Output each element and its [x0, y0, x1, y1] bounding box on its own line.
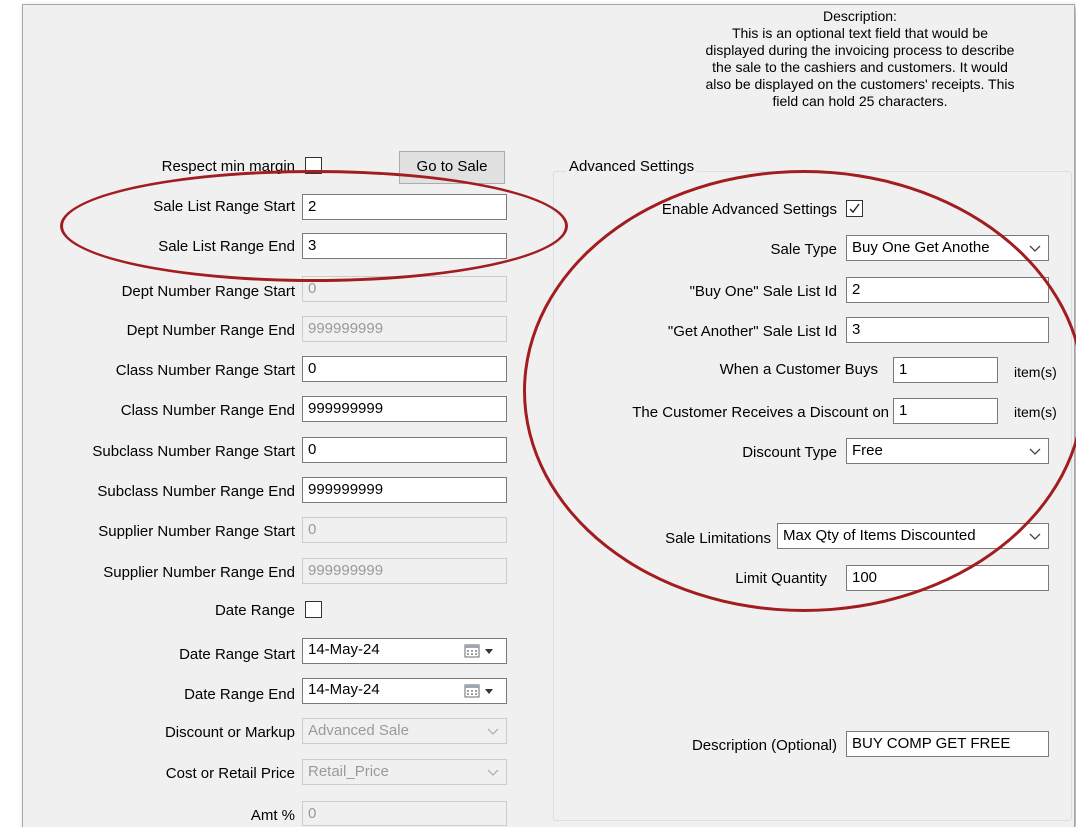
class-range-start-label: Class Number Range Start: [115, 362, 295, 379]
description-help-line: This is an optional text field that woul…: [731, 25, 989, 41]
description-help-line: the sale to the cashiers and customers. …: [712, 59, 1008, 75]
date-range-start-label: Date Range Start: [179, 646, 295, 663]
limit-quantity-label: Limit Quantity: [735, 570, 827, 587]
subclass-range-start-label: Subclass Number Range Start: [92, 443, 295, 460]
sale-limitations-value: Max Qty of Items Discounted: [783, 527, 976, 544]
cost-or-retail-select[interactable]: Retail_Price: [302, 759, 507, 785]
class-range-start-input[interactable]: 0: [302, 356, 507, 382]
sale-limitations-label: Sale Limitations: [665, 530, 771, 547]
supplier-range-end-label: Supplier Number Range End: [103, 564, 295, 581]
customer-receives-input[interactable]: 1: [893, 398, 998, 424]
limit-quantity-input[interactable]: 100: [846, 565, 1049, 591]
buy-one-sale-list-label: "Buy One" Sale List Id: [689, 283, 837, 300]
advanced-settings-title: Advanced Settings: [566, 158, 698, 175]
sale-type-value: Buy One Get Anothe: [852, 239, 990, 256]
items-unit-label: item(s): [1014, 364, 1057, 380]
date-range-label: Date Range: [214, 602, 295, 619]
go-to-sale-button[interactable]: Go to Sale: [399, 151, 505, 184]
class-range-end-label: Class Number Range End: [120, 402, 295, 419]
buy-one-sale-list-input[interactable]: 2: [846, 277, 1049, 303]
chevron-down-icon: [486, 724, 500, 743]
sale-list-range-start-label: Sale List Range Start: [153, 198, 295, 215]
dept-range-end-label: Dept Number Range End: [126, 322, 295, 339]
discount-or-markup-label: Discount or Markup: [164, 724, 295, 741]
calendar-dropdown-icon[interactable]: [464, 683, 498, 704]
cost-or-retail-value: Retail_Price: [308, 763, 389, 780]
subclass-range-end-input[interactable]: 999999999: [302, 477, 507, 503]
date-range-end-value: 14-May-24: [308, 681, 380, 698]
customer-buys-input[interactable]: 1: [893, 357, 998, 383]
dept-range-start-label: Dept Number Range Start: [121, 283, 295, 300]
supplier-range-end-input[interactable]: 999999999: [302, 558, 507, 584]
discount-or-markup-value: Advanced Sale: [308, 722, 409, 739]
description-optional-label: Description (Optional): [691, 737, 837, 754]
chevron-down-icon: [486, 765, 500, 784]
get-another-sale-list-input[interactable]: 3: [846, 317, 1049, 343]
date-range-start-picker[interactable]: 14-May-24: [302, 638, 507, 664]
sale-type-select[interactable]: Buy One Get Anothe: [846, 235, 1049, 261]
class-range-end-input[interactable]: 999999999: [302, 396, 507, 422]
discount-type-value: Free: [852, 442, 883, 459]
sale-list-range-start-input[interactable]: 2: [302, 194, 507, 220]
cost-or-retail-label: Cost or Retail Price: [165, 765, 295, 782]
discount-type-select[interactable]: Free: [846, 438, 1049, 464]
amt-percent-input[interactable]: 0: [302, 801, 507, 826]
calendar-dropdown-icon[interactable]: [464, 643, 498, 664]
description-optional-input[interactable]: BUY COMP GET FREE: [846, 731, 1049, 757]
dept-range-start-input[interactable]: 0: [302, 276, 507, 302]
subclass-range-start-input[interactable]: 0: [302, 437, 507, 463]
date-range-end-label: Date Range End: [184, 686, 295, 703]
get-another-sale-list-label: "Get Another" Sale List Id: [667, 323, 837, 340]
customer-buys-label: When a Customer Buys: [719, 361, 878, 378]
chevron-down-icon: [1028, 529, 1042, 548]
sale-list-range-end-label: Sale List Range End: [158, 238, 295, 255]
enable-advanced-settings-label: Enable Advanced Settings: [661, 201, 837, 218]
subclass-range-end-label: Subclass Number Range End: [97, 483, 295, 500]
respect-min-margin-checkbox[interactable]: [305, 157, 322, 174]
advanced-settings-group: [553, 171, 1072, 821]
sale-list-range-end-input[interactable]: 3: [302, 233, 507, 259]
discount-type-label: Discount Type: [742, 444, 837, 461]
description-help-line: Description:: [823, 8, 897, 24]
checkmark-icon: [849, 203, 860, 214]
sale-limitations-select[interactable]: Max Qty of Items Discounted: [777, 523, 1049, 549]
supplier-range-start-input[interactable]: 0: [302, 517, 507, 543]
date-range-end-picker[interactable]: 14-May-24: [302, 678, 507, 704]
sale-type-label: Sale Type: [770, 241, 837, 258]
description-help-line: also be displayed on the customers' rece…: [705, 76, 1015, 92]
chevron-down-icon: [1028, 444, 1042, 463]
description-help-line: displayed during the invoicing process t…: [705, 42, 1015, 58]
enable-advanced-settings-checkbox[interactable]: [846, 200, 863, 217]
respect-min-margin-label: Respect min margin: [161, 158, 295, 175]
discount-or-markup-select[interactable]: Advanced Sale: [302, 718, 507, 744]
chevron-down-icon: [1028, 241, 1042, 260]
date-range-start-value: 14-May-24: [308, 641, 380, 658]
description-help-line: field can hold 25 characters.: [772, 93, 948, 109]
items-unit-label: item(s): [1014, 404, 1057, 420]
supplier-range-start-label: Supplier Number Range Start: [98, 523, 295, 540]
date-range-checkbox[interactable]: [305, 601, 322, 618]
dept-range-end-input[interactable]: 999999999: [302, 316, 507, 342]
customer-receives-label: The Customer Receives a Discount on: [632, 404, 889, 421]
description-help-text: Description: This is an optional text fi…: [655, 8, 1065, 110]
amt-percent-label: Amt %: [250, 807, 295, 824]
